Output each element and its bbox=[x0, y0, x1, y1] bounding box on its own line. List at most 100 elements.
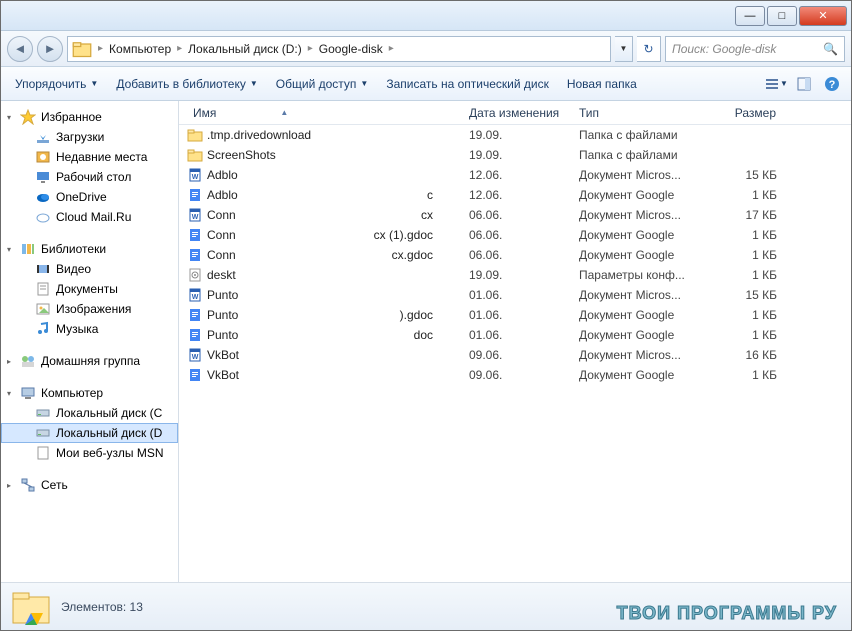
statusbar: Элементов: 13 ТВОИ ПРОГРАММЫ РУ bbox=[1, 582, 851, 630]
sort-asc-icon: ▲ bbox=[280, 108, 288, 117]
sidebar-item[interactable]: Музыка bbox=[1, 319, 178, 339]
sidebar-item[interactable]: Недавние места bbox=[1, 147, 178, 167]
folder-icon bbox=[187, 147, 203, 163]
download-icon bbox=[35, 129, 51, 145]
include-library-button[interactable]: Добавить в библиотеку▼ bbox=[108, 73, 265, 95]
file-date: 09.06. bbox=[463, 348, 573, 362]
chevron-right-icon: ▸ bbox=[7, 357, 15, 366]
breadcrumb-item[interactable]: Компьютер bbox=[105, 37, 175, 61]
sidebar-item[interactable]: Изображения bbox=[1, 299, 178, 319]
music-icon bbox=[35, 321, 51, 337]
file-row[interactable]: .tmp.drivedownload19.09.Папка с файлами bbox=[179, 125, 851, 145]
file-row[interactable]: WConncx06.06.Документ Micros...17 КБ bbox=[179, 205, 851, 225]
share-button[interactable]: Общий доступ▼ bbox=[268, 73, 377, 95]
star-icon bbox=[20, 109, 36, 125]
word-doc-icon: W bbox=[187, 347, 203, 363]
file-row[interactable]: Conncx.gdoc06.06.Документ Google1 КБ bbox=[179, 245, 851, 265]
minimize-button[interactable]: — bbox=[735, 6, 765, 26]
sidebar-head-network[interactable]: ▸ Сеть bbox=[1, 475, 178, 495]
chevron-down-icon: ▾ bbox=[7, 113, 15, 122]
view-options-button[interactable]: ▼ bbox=[763, 71, 789, 97]
cloud-icon bbox=[35, 209, 51, 225]
gdoc-icon bbox=[187, 187, 203, 203]
file-row[interactable]: ScreenShots19.09.Папка с файлами bbox=[179, 145, 851, 165]
column-label: Имя bbox=[193, 106, 216, 120]
chevron-down-icon: ▼ bbox=[360, 79, 368, 88]
sidebar-head-homegroup[interactable]: ▸ Домашняя группа bbox=[1, 351, 178, 371]
column-label: Дата изменения bbox=[469, 106, 559, 120]
sidebar-group-network: ▸ Сеть bbox=[1, 475, 178, 495]
minimize-icon: — bbox=[745, 10, 756, 22]
refresh-button[interactable]: ↻ bbox=[637, 36, 661, 62]
file-row[interactable]: Punto).gdoc01.06.Документ Google1 КБ bbox=[179, 305, 851, 325]
sidebar-item-label: Локальный диск (C bbox=[56, 406, 162, 420]
maximize-button[interactable]: □ bbox=[767, 6, 797, 26]
libraries-icon bbox=[20, 241, 36, 257]
organize-button[interactable]: Упорядочить▼ bbox=[7, 73, 106, 95]
sidebar-item[interactable]: OneDrive bbox=[1, 187, 178, 207]
sidebar-item[interactable]: Мои веб-узлы MSN bbox=[1, 443, 178, 463]
new-folder-button[interactable]: Новая папка bbox=[559, 73, 645, 95]
sidebar-head-favorites[interactable]: ▾ Избранное bbox=[1, 107, 178, 127]
burn-button[interactable]: Записать на оптический диск bbox=[378, 73, 557, 95]
column-date[interactable]: Дата изменения bbox=[463, 101, 573, 124]
sidebar-item-label: OneDrive bbox=[56, 190, 107, 204]
forward-button[interactable]: ► bbox=[37, 36, 63, 62]
svg-text:?: ? bbox=[829, 79, 836, 91]
sidebar-item-label: Музыка bbox=[56, 322, 98, 336]
gdoc-icon bbox=[187, 227, 203, 243]
folder-icon bbox=[187, 127, 203, 143]
file-type: Документ Micros... bbox=[573, 168, 703, 182]
video-icon bbox=[35, 261, 51, 277]
maximize-icon: □ bbox=[779, 10, 786, 22]
chevron-right-icon: ▸ bbox=[175, 43, 184, 54]
file-name: Conn bbox=[207, 248, 236, 262]
svg-text:W: W bbox=[192, 174, 199, 181]
sidebar-group-favorites: ▾ Избранное ЗагрузкиНедавние местаРабочи… bbox=[1, 107, 178, 227]
close-button[interactable]: ✕ bbox=[799, 6, 847, 26]
sidebar-item[interactable]: Загрузки bbox=[1, 127, 178, 147]
sidebar-item[interactable]: Рабочий стол bbox=[1, 167, 178, 187]
close-icon: ✕ bbox=[818, 9, 827, 22]
preview-pane-button[interactable] bbox=[791, 71, 817, 97]
titlebar[interactable]: — □ ✕ bbox=[1, 1, 851, 31]
file-list: .tmp.drivedownload19.09.Папка с файламиS… bbox=[179, 125, 851, 582]
file-row[interactable]: Conncx (1).gdoc06.06.Документ Google1 КБ bbox=[179, 225, 851, 245]
sidebar-item[interactable]: Cloud Mail.Ru bbox=[1, 207, 178, 227]
sidebar-item[interactable]: Локальный диск (D bbox=[1, 423, 178, 443]
file-row[interactable]: Adbloc12.06.Документ Google1 КБ bbox=[179, 185, 851, 205]
help-button[interactable]: ? bbox=[819, 71, 845, 97]
file-row[interactable]: WVkBot09.06.Документ Micros...16 КБ bbox=[179, 345, 851, 365]
file-row[interactable]: Puntodoc01.06.Документ Google1 КБ bbox=[179, 325, 851, 345]
file-type: Параметры конф... bbox=[573, 268, 703, 282]
sidebar-item[interactable]: Документы bbox=[1, 279, 178, 299]
file-row[interactable]: WPunto01.06.Документ Micros...15 КБ bbox=[179, 285, 851, 305]
breadcrumb-item[interactable]: Google-disk bbox=[315, 37, 387, 61]
back-button[interactable]: ◄ bbox=[7, 36, 33, 62]
sidebar-head-libraries[interactable]: ▾ Библиотеки bbox=[1, 239, 178, 259]
breadcrumb-dropdown-button[interactable]: ▼ bbox=[615, 36, 633, 62]
file-size: 1 КБ bbox=[703, 248, 783, 262]
file-type: Папка с файлами bbox=[573, 128, 703, 142]
file-row[interactable]: WAdblo12.06.Документ Micros...15 КБ bbox=[179, 165, 851, 185]
breadcrumb[interactable]: ▸ Компьютер ▸ Локальный диск (D:) ▸ Goog… bbox=[67, 36, 611, 62]
sidebar-item[interactable]: Видео bbox=[1, 259, 178, 279]
file-row[interactable]: VkBot09.06.Документ Google1 КБ bbox=[179, 365, 851, 385]
organize-label: Упорядочить bbox=[15, 77, 86, 91]
file-name: Punto bbox=[207, 288, 238, 302]
sidebar-head-computer[interactable]: ▾ Компьютер bbox=[1, 383, 178, 403]
column-name[interactable]: Имя ▲ bbox=[187, 101, 463, 124]
search-input[interactable]: Поиск: Google-disk 🔍 bbox=[665, 36, 845, 62]
file-type: Документ Google bbox=[573, 188, 703, 202]
sidebar-item-label: Мои веб-узлы MSN bbox=[56, 446, 163, 460]
computer-icon bbox=[20, 385, 36, 401]
file-row[interactable]: deskt19.09.Параметры конф...1 КБ bbox=[179, 265, 851, 285]
file-date: 19.09. bbox=[463, 128, 573, 142]
word-doc-icon: W bbox=[187, 207, 203, 223]
file-type: Документ Google bbox=[573, 368, 703, 382]
sidebar-item[interactable]: Локальный диск (C bbox=[1, 403, 178, 423]
breadcrumb-item[interactable]: Локальный диск (D:) bbox=[184, 37, 306, 61]
file-type: Документ Micros... bbox=[573, 348, 703, 362]
column-size[interactable]: Размер bbox=[703, 101, 783, 124]
column-type[interactable]: Тип bbox=[573, 101, 703, 124]
